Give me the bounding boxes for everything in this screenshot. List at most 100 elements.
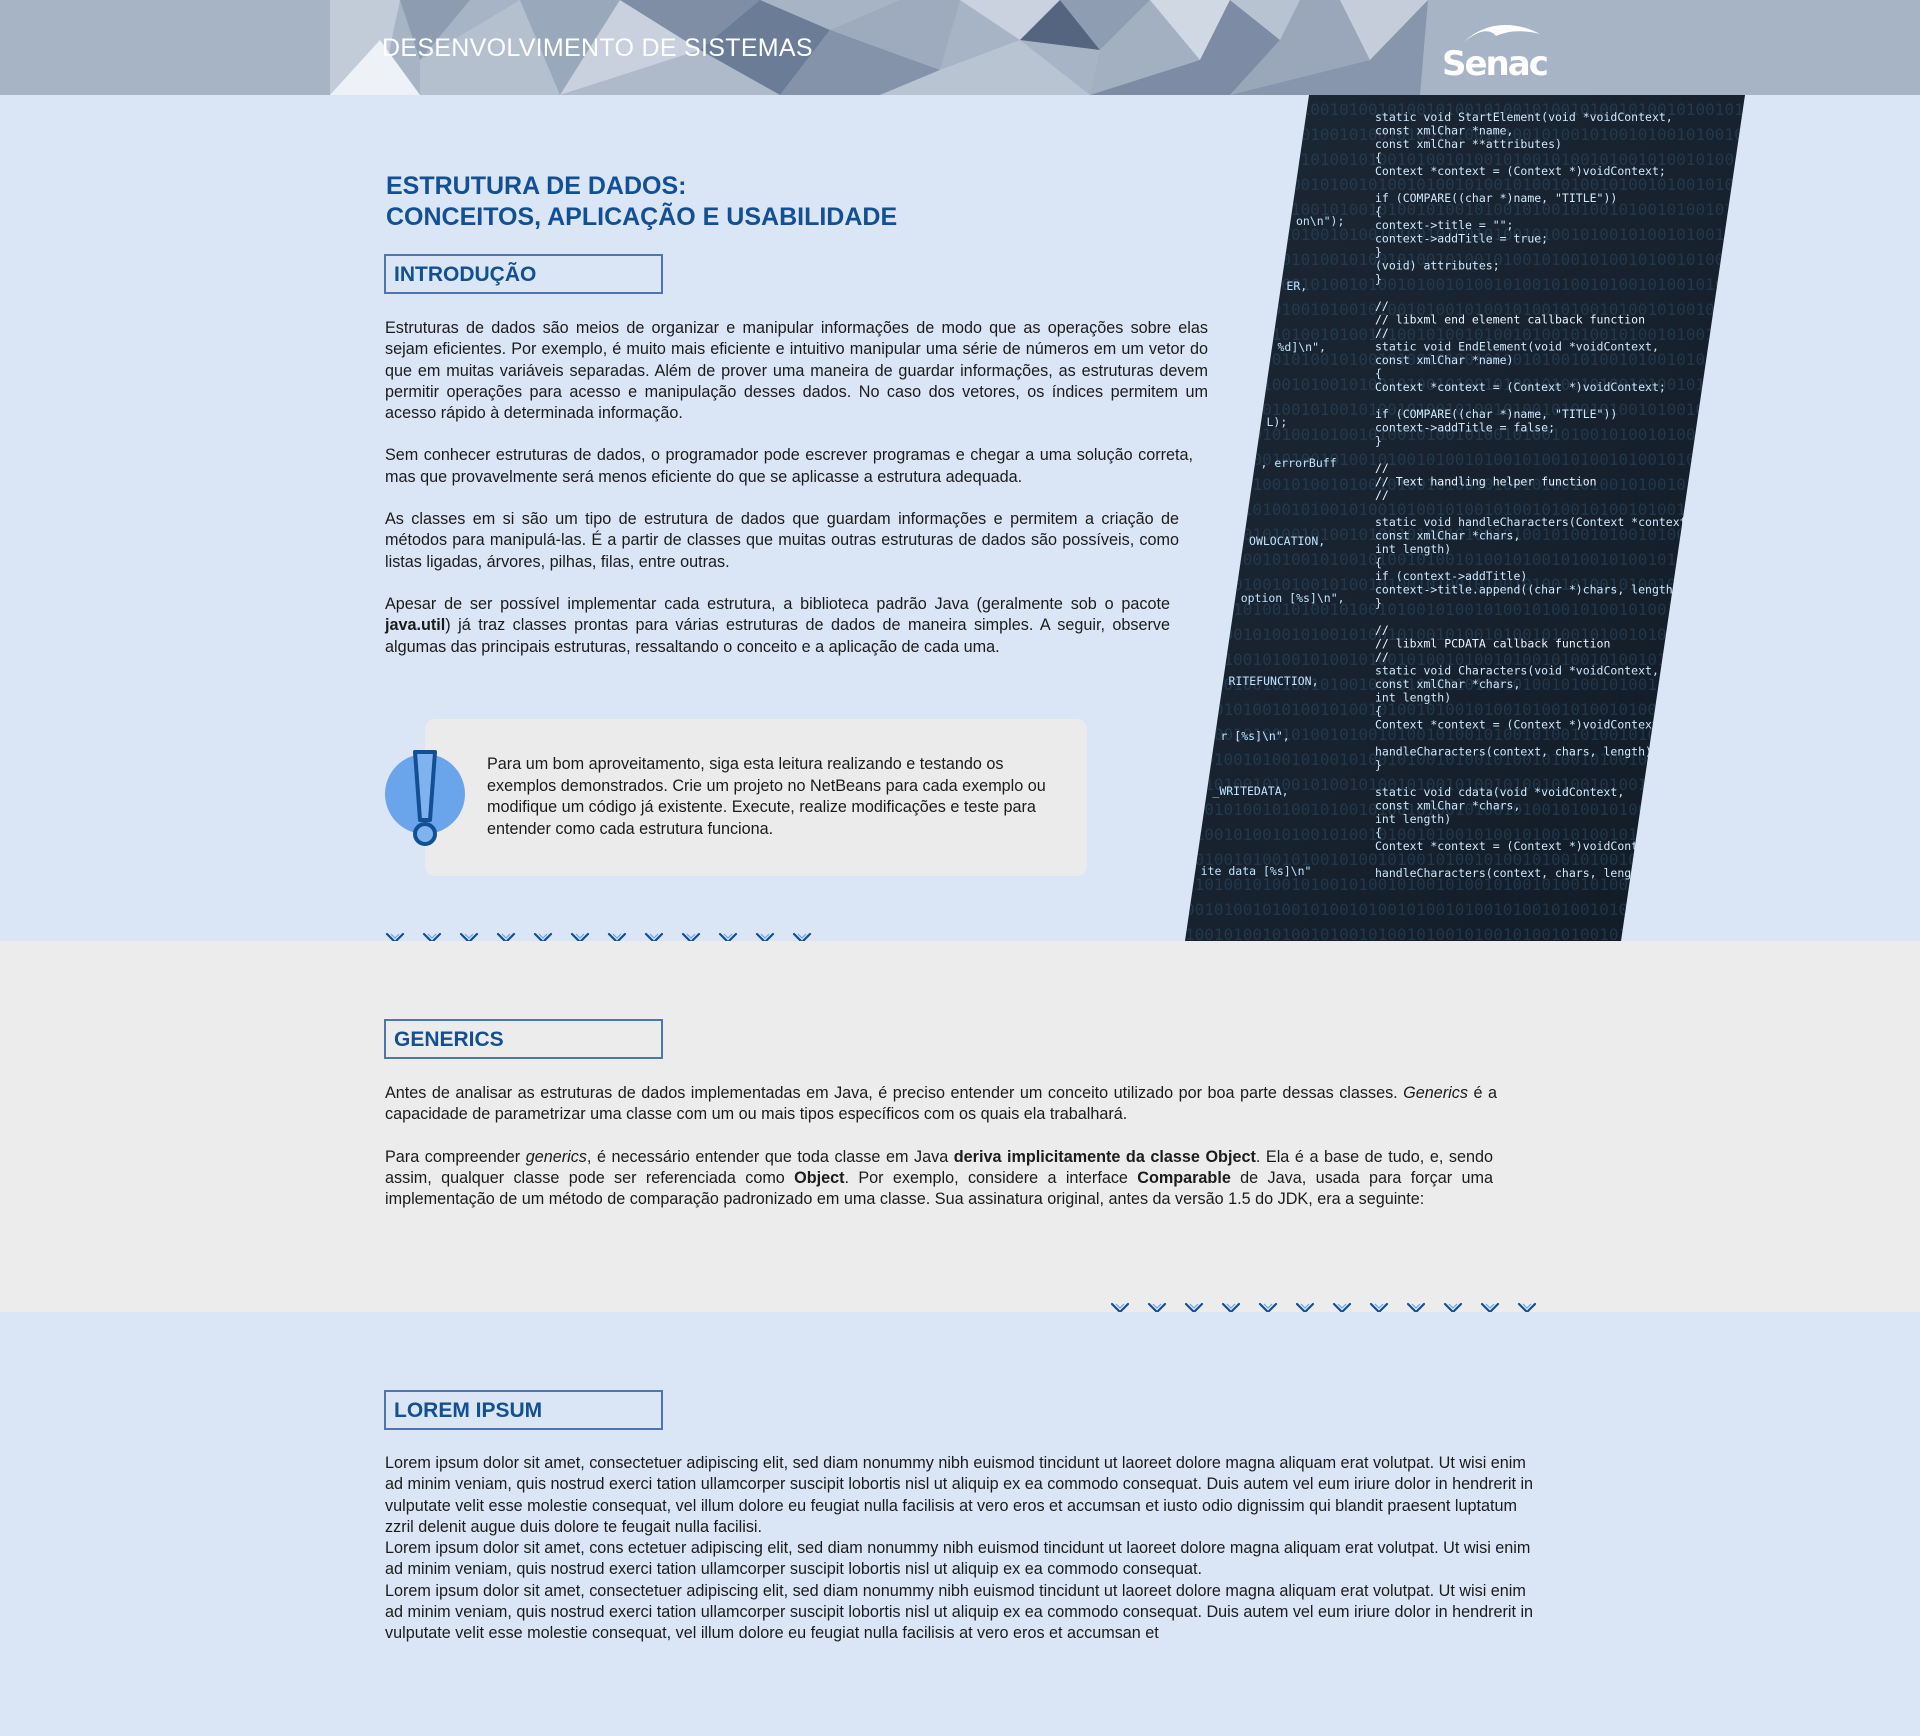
code-line: }	[1375, 434, 1382, 448]
code-line: // libxml PCDATA callback function	[1375, 637, 1610, 651]
code-line: static void EndElement(void *voidContext…	[1375, 340, 1659, 354]
header-pattern	[330, 0, 1428, 95]
x-mark-icon	[459, 932, 479, 941]
code-line: }	[1375, 245, 1382, 259]
generics-paragraph-1: Antes de analisar as estruturas de dados…	[385, 1083, 1497, 1126]
intro-p4-text-a: Apesar de ser possível implementar cada …	[385, 594, 1170, 613]
binary-pattern: 1001010010100101001010010100101001010010…	[1185, 925, 1745, 941]
intro-paragraph-1: Estruturas de dados são meios de organiz…	[385, 319, 1208, 423]
code-line: //	[1375, 650, 1389, 664]
lorem-paragraph-2: Lorem ipsum dolor sit amet, cons ectetue…	[385, 1539, 1531, 1579]
generics-text: Antes de analisar as estruturas de dados…	[385, 1083, 1497, 1210]
lorem-paragraph-1: Lorem ipsum dolor sit amet, consectetuer…	[385, 1454, 1534, 1536]
generics-term: Generics	[1403, 1084, 1468, 1102]
code-fragment: %d]\n",	[1277, 340, 1325, 354]
code-line: int length)	[1375, 691, 1451, 705]
code-fragment: option [%s]\n",	[1241, 591, 1345, 605]
code-line: int length)	[1375, 542, 1451, 556]
generics-p2-d: deriva implicitamente da classe Object	[953, 1147, 1256, 1166]
exclamation-icon	[385, 750, 465, 846]
binary-pattern: 1001010010100101001010010100101001010010…	[1185, 550, 1745, 569]
x-mark-icon	[644, 932, 664, 941]
code-line: static void cdata(void *voidContext,	[1375, 785, 1624, 799]
code-line: Context *context = (Context *)voidContex…	[1375, 839, 1666, 853]
code-line: {	[1375, 367, 1382, 381]
intro-paragraph-3: As classes em si são um tipo de estrutur…	[385, 510, 1179, 571]
binary-pattern: 0010100101001010010100101001010010100101…	[1185, 275, 1745, 294]
x-mark-icon	[718, 932, 738, 941]
code-fragment: r [%s]\n",	[1220, 729, 1289, 743]
x-mark-icon	[533, 932, 553, 941]
code-line: if (COMPARE((char *)name, "TITLE"))	[1375, 191, 1617, 205]
binary-pattern: 0100101001010010100101001010010100101001…	[1185, 700, 1745, 719]
code-line: const xmlChar *chars,	[1375, 677, 1520, 691]
tip-callout: Para um bom aproveitamento, siga esta le…	[425, 719, 1087, 876]
decorative-x-row-1	[384, 931, 813, 941]
page-title-line2: CONCEITOS, APLICAÇÃO E USABILIDADE	[386, 203, 898, 231]
x-mark-icon	[422, 932, 442, 941]
code-line: }	[1375, 272, 1382, 286]
code-line: if (context->addTitle)	[1375, 569, 1527, 583]
code-line: //	[1375, 326, 1389, 340]
x-mark-icon	[607, 932, 627, 941]
code-line: const xmlChar *name,	[1375, 124, 1513, 138]
header-bar: DESENVOLVIMENTO DE SISTEMAS Senac	[0, 0, 1920, 95]
object-term: Object	[794, 1168, 845, 1187]
generics-p2-g: . Por exemplo, considere a interface	[844, 1168, 1138, 1187]
lorem-paragraph-3: Lorem ipsum dolor sit amet, consectetuer…	[385, 1581, 1534, 1643]
comparable-term: Comparable	[1137, 1168, 1231, 1187]
code-line: Context *context = (Context *)voidContex…	[1375, 718, 1666, 732]
code-line: const xmlChar *name)	[1375, 353, 1513, 367]
code-line: }	[1375, 758, 1382, 772]
x-mark-icon	[385, 932, 405, 941]
code-line: //	[1375, 461, 1389, 475]
code-line: //	[1375, 623, 1389, 637]
code-line: handleCharacters(context, chars, length)…	[1375, 866, 1659, 880]
lorem-section: LOREM IPSUM Lorem ipsum dolor sit amet, …	[0, 1312, 1920, 1736]
code-line: context->title = "";	[1375, 218, 1513, 232]
intro-paragraph-2: Sem conhecer estruturas de dados, o prog…	[385, 446, 1193, 486]
tip-callout-text: Para um bom aproveitamento, siga esta le…	[487, 755, 1046, 838]
code-fragment: , errorBuff	[1260, 456, 1336, 470]
code-fragment: _WRITEDATA,	[1212, 784, 1288, 798]
intro-paragraph-4: Apesar de ser possível implementar cada …	[385, 594, 1170, 658]
code-line: int length)	[1375, 812, 1451, 826]
generics-heading: GENERICS	[384, 1019, 663, 1059]
code-line: (void) attributes;	[1375, 259, 1500, 273]
code-fragment: on\n");	[1296, 214, 1344, 228]
code-line: Context *context = (Context *)voidContex…	[1375, 380, 1666, 394]
senac-logo[interactable]: Senac	[1440, 18, 1549, 84]
code-line: const xmlChar *chars,	[1375, 529, 1520, 543]
code-background-image: 1010010100101001010010100101001010010100…	[1185, 95, 1745, 941]
generics-section: GENERICS Antes de analisar as estruturas…	[0, 941, 1920, 1322]
binary-pattern: 0010100101001010010100101001010010100101…	[1185, 900, 1745, 919]
intro-section: 1010010100101001010010100101001010010100…	[0, 95, 1920, 941]
page-title-line1: ESTRUTURA DE DADOS:	[386, 172, 687, 200]
code-line: const xmlChar *chars,	[1375, 799, 1520, 813]
code-fragment: OWLOCATION,	[1249, 534, 1325, 548]
code-line: context->title.append((char *)chars, len…	[1375, 583, 1687, 597]
generics-p2-a: Para compreender	[385, 1147, 526, 1166]
generics-paragraph-2: Para compreender generics, é necessário …	[385, 1147, 1493, 1211]
intro-text: Estruturas de dados são meios de organiz…	[385, 318, 1208, 658]
code-line: {	[1375, 205, 1382, 219]
lorem-text: Lorem ipsum dolor sit amet, consectetuer…	[385, 1453, 1535, 1645]
generics-p1-a: Antes de analisar as estruturas de dados…	[385, 1084, 1404, 1102]
x-mark-icon	[570, 932, 590, 941]
x-mark-icon	[496, 932, 516, 941]
code-line: static void StartElement(void *voidConte…	[1375, 110, 1673, 124]
code-line: if (COMPARE((char *)name, "TITLE"))	[1375, 407, 1617, 421]
code-line: context->addTitle = false;	[1375, 421, 1555, 435]
intro-p4-text-c: ) já traz classes prontas para várias es…	[385, 616, 1170, 656]
code-fragment: ite data [%s]\n"	[1201, 864, 1312, 878]
lorem-heading: LOREM IPSUM	[384, 1390, 663, 1430]
java-util-term: java.util	[385, 616, 446, 635]
code-line: {	[1375, 826, 1382, 840]
x-mark-icon	[755, 932, 775, 941]
code-line: context->addTitle = true;	[1375, 232, 1548, 246]
code-line: //	[1375, 488, 1389, 502]
code-fragment: L);	[1266, 415, 1287, 429]
code-line: static void handleCharacters(Context *co…	[1375, 515, 1694, 529]
code-line: }	[1375, 596, 1382, 610]
code-line: {	[1375, 151, 1382, 165]
